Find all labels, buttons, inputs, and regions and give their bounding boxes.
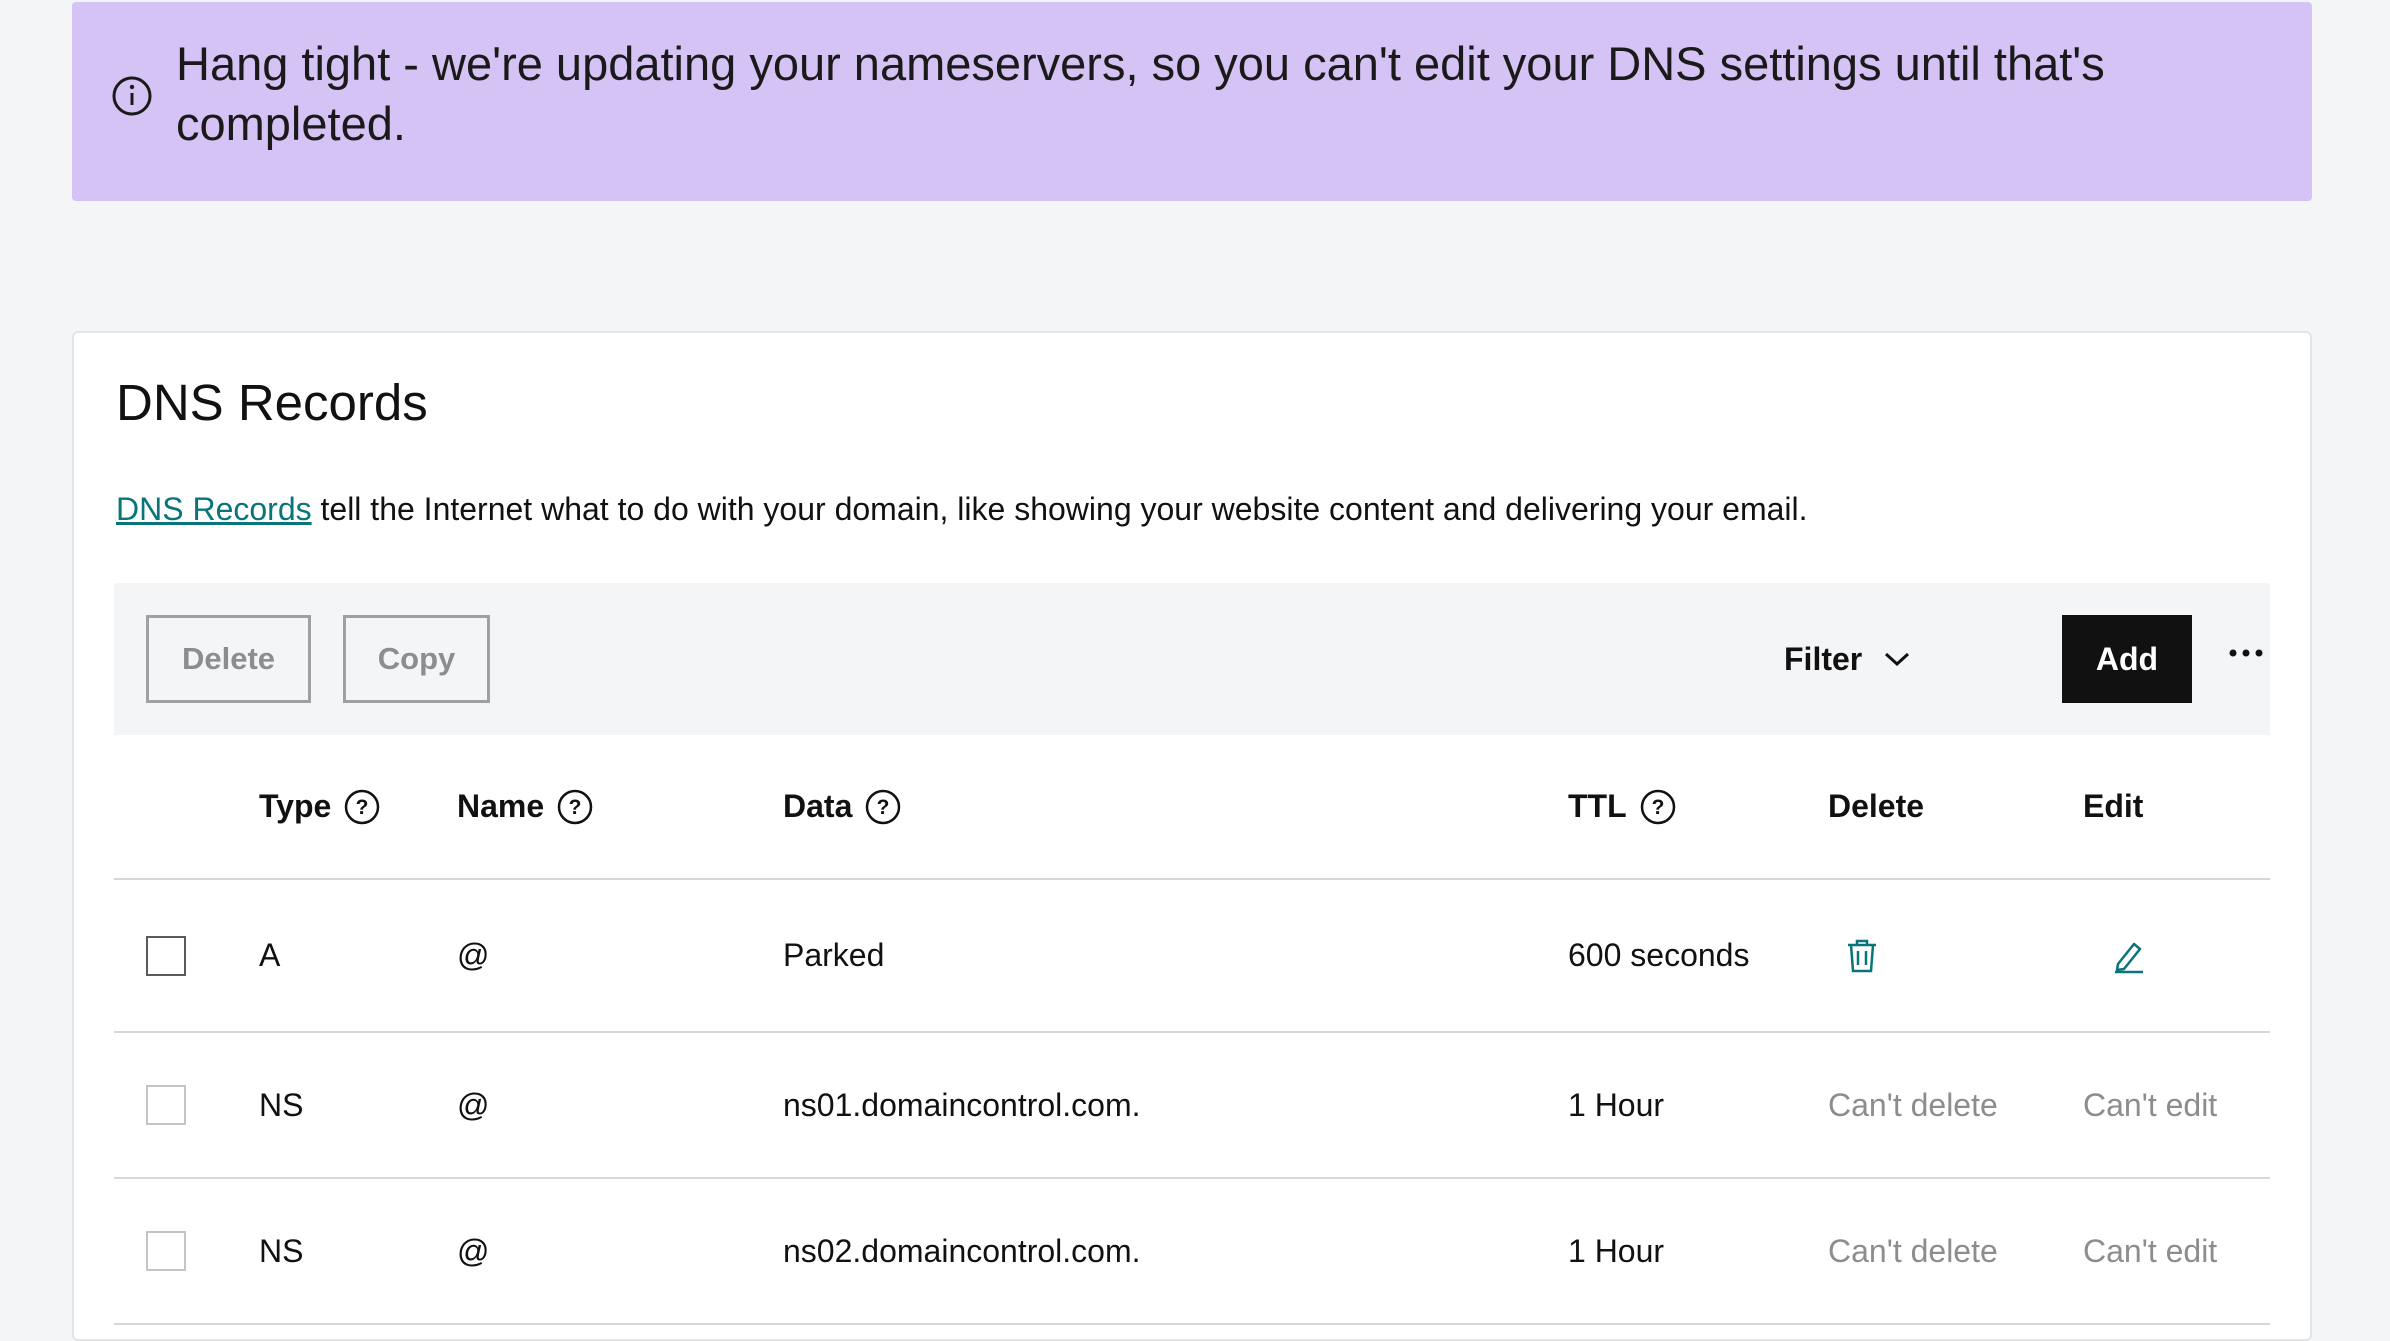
copy-button[interactable]: Copy: [343, 615, 490, 703]
help-icon[interactable]: ?: [556, 788, 594, 826]
record-ttl: 600 seconds: [1568, 937, 1750, 973]
table-row: NS @ ns01.domaincontrol.com. 1 Hour Can'…: [114, 1033, 2270, 1179]
chevron-down-icon: [1885, 652, 1910, 667]
record-data: ns01.domaincontrol.com.: [783, 1086, 1141, 1123]
record-ttl: 1 Hour: [1568, 1232, 1665, 1269]
help-icon[interactable]: ?: [343, 788, 381, 826]
record-data: ns02.domaincontrol.com.: [783, 1232, 1141, 1269]
cant-edit-text: Can't edit: [2083, 1086, 2218, 1123]
more-options-button[interactable]: [2222, 633, 2270, 673]
header-delete: Delete: [1828, 788, 1925, 824]
banner-message-line-1: Hang tight - we're updating your nameser…: [176, 37, 2105, 90]
dns-records-table: Type ? Name ? Data ? TTL ? Delete Edit A…: [114, 735, 2270, 1325]
record-type: NS: [259, 1086, 304, 1123]
delete-record-button[interactable]: [1842, 936, 1882, 976]
filter-label: Filter: [1784, 640, 1863, 677]
card-description-text: tell the Internet what to do with your d…: [311, 491, 1808, 527]
cant-edit-text: Can't edit: [2083, 1232, 2218, 1269]
table-row: NS @ ns02.domaincontrol.com. 1 Hour Can'…: [114, 1179, 2270, 1325]
svg-text:?: ?: [569, 796, 582, 819]
card-description: DNS Records tell the Internet what to do…: [116, 491, 1808, 528]
row-checkbox-cell: [146, 1033, 186, 1177]
edit-record-button[interactable]: [2109, 936, 2149, 976]
header-ttl-label: TTL: [1568, 788, 1627, 824]
help-icon[interactable]: ?: [1639, 788, 1677, 826]
record-type: NS: [259, 1232, 304, 1269]
info-icon: [112, 76, 152, 116]
help-icon[interactable]: ?: [864, 788, 902, 826]
row-checkbox[interactable]: [146, 935, 186, 976]
record-delete-cell: [1828, 880, 1882, 1031]
row-checkbox-cell: [146, 880, 186, 1031]
header-data-label: Data: [783, 788, 853, 824]
header-name-label: Name: [457, 788, 545, 824]
record-name: @: [457, 937, 490, 973]
dns-records-link[interactable]: DNS Records: [116, 491, 312, 527]
pencil-icon: [2115, 942, 2143, 973]
card-title: DNS Records: [116, 374, 428, 431]
header-edit: Edit: [2083, 788, 2144, 824]
table-header-row: Type ? Name ? Data ? TTL ? Delete Edit: [114, 735, 2270, 880]
banner-message: Hang tight - we're updating your nameser…: [176, 34, 2105, 154]
trash-icon: [1848, 939, 1876, 972]
svg-text:?: ?: [356, 796, 369, 819]
row-checkbox[interactable]: [146, 1231, 186, 1271]
more-horizontal-icon: [2229, 649, 2263, 657]
header-type-label: Type: [259, 788, 332, 824]
row-checkbox[interactable]: [146, 1085, 186, 1125]
records-toolbar: Delete Copy Filter Add: [114, 583, 2270, 735]
svg-text:?: ?: [1651, 796, 1664, 819]
filter-dropdown[interactable]: Filter: [1784, 615, 1910, 703]
row-checkbox-cell: [146, 1179, 186, 1323]
banner-message-line-2: completed.: [176, 97, 406, 150]
svg-text:?: ?: [877, 796, 890, 819]
header-type: Type ?: [259, 735, 381, 878]
header-ttl: TTL ?: [1568, 735, 1677, 878]
header-data: Data ?: [783, 735, 902, 878]
record-type: A: [259, 937, 281, 973]
cant-delete-text: Can't delete: [1828, 1086, 1998, 1123]
header-name: Name ?: [457, 735, 594, 878]
record-ttl: 1 Hour: [1568, 1086, 1665, 1123]
record-name: @: [457, 1232, 490, 1269]
record-data: Parked: [783, 937, 885, 973]
record-name: @: [457, 1086, 490, 1123]
record-edit-cell: [2083, 880, 2149, 1031]
add-button[interactable]: Add: [2062, 615, 2192, 703]
table-row: A @ Parked 600 seconds: [114, 880, 2270, 1033]
nameserver-update-banner: Hang tight - we're updating your nameser…: [72, 2, 2312, 201]
dns-records-card: DNS Records DNS Records tell the Interne…: [72, 331, 2312, 1341]
cant-delete-text: Can't delete: [1828, 1232, 1998, 1269]
delete-button[interactable]: Delete: [146, 615, 311, 703]
